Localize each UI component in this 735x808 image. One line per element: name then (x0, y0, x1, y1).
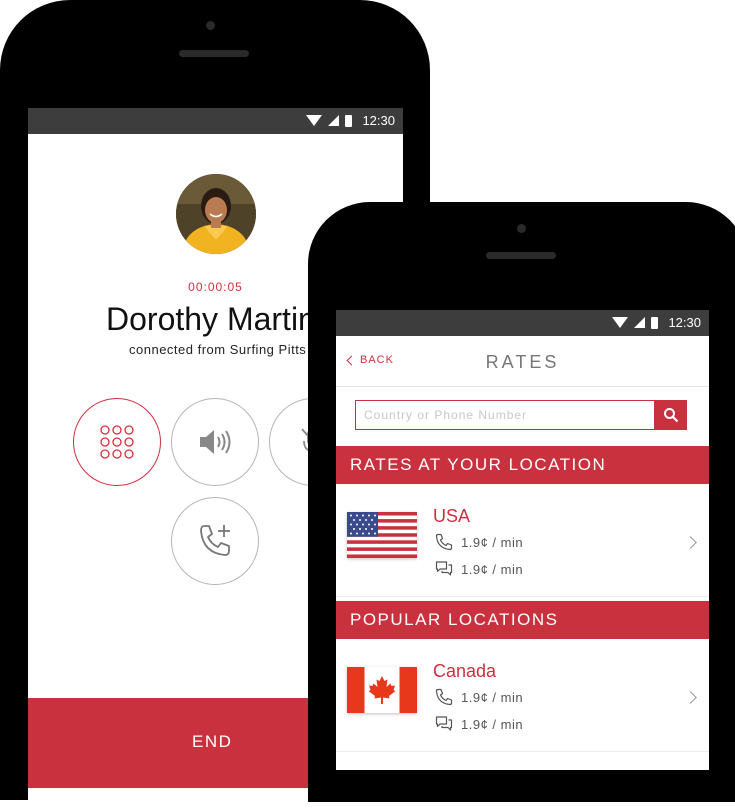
speaker-icon (200, 430, 231, 454)
add-call-icon (200, 525, 230, 556)
section-header-your-location: RATES AT YOUR LOCATION (336, 446, 709, 484)
call-rate: 1.9¢ / min (435, 533, 523, 551)
phone-icon (435, 533, 453, 551)
rates-screen: 12:30 BACK RATES RATES AT YOUR LOCATION (336, 310, 709, 770)
caller-name: Dorothy Martin (106, 301, 316, 337)
chat-icon (435, 561, 453, 576)
status-bar: 12:30 (28, 108, 403, 134)
message-rate-value: 1.9¢ / min (461, 561, 524, 577)
status-bar: 12:30 (336, 310, 709, 336)
rate-row-usa[interactable]: USA 1.9¢ / min 1.9¢ / min (336, 486, 709, 597)
signal-icon (328, 115, 340, 126)
caller-avatar (176, 174, 256, 254)
rates-nav-bar: BACK RATES (336, 334, 709, 387)
front-camera (206, 21, 215, 30)
wifi-icon (612, 317, 629, 328)
phone-icon (435, 688, 453, 706)
rate-row-canada[interactable]: Canada 1.9¢ / min 1.9¢ / min (336, 641, 709, 752)
signal-icon (634, 317, 646, 328)
speaker-button[interactable] (171, 398, 259, 486)
battery-icon (345, 114, 353, 127)
connection-status: connected from Surfing Pitts (129, 342, 307, 357)
earpiece-speaker (179, 50, 249, 57)
page-title: RATES (485, 352, 560, 372)
call-rate-value: 1.9¢ / min (461, 534, 524, 550)
country-name: Canada (433, 661, 497, 681)
status-time: 12:30 (668, 315, 701, 330)
message-rate: 1.9¢ / min (435, 560, 523, 578)
message-rate: 1.9¢ / min (435, 715, 523, 733)
earpiece-speaker (486, 252, 556, 259)
search-button[interactable] (654, 400, 687, 430)
chat-icon (435, 716, 453, 731)
keypad-button[interactable] (73, 398, 161, 486)
chevron-right-icon (684, 536, 697, 549)
battery-icon (651, 316, 659, 329)
chevron-right-icon (684, 691, 697, 704)
search-input[interactable] (355, 400, 655, 430)
front-camera (517, 224, 526, 233)
search-bar (355, 400, 687, 430)
call-rate-value: 1.9¢ / min (461, 689, 524, 705)
keypad-icon (100, 425, 134, 459)
country-name: USA (433, 506, 471, 526)
end-call-label: END (192, 732, 233, 751)
add-call-button[interactable] (171, 497, 259, 585)
message-rate-value: 1.9¢ / min (461, 716, 524, 732)
canada-flag-icon (347, 667, 417, 713)
search-icon (663, 408, 678, 423)
call-rate: 1.9¢ / min (435, 688, 523, 706)
status-time: 12:30 (362, 113, 395, 128)
section-header-popular-locations: POPULAR LOCATIONS (336, 601, 709, 639)
usa-flag-icon (347, 512, 417, 558)
wifi-icon (306, 115, 323, 126)
